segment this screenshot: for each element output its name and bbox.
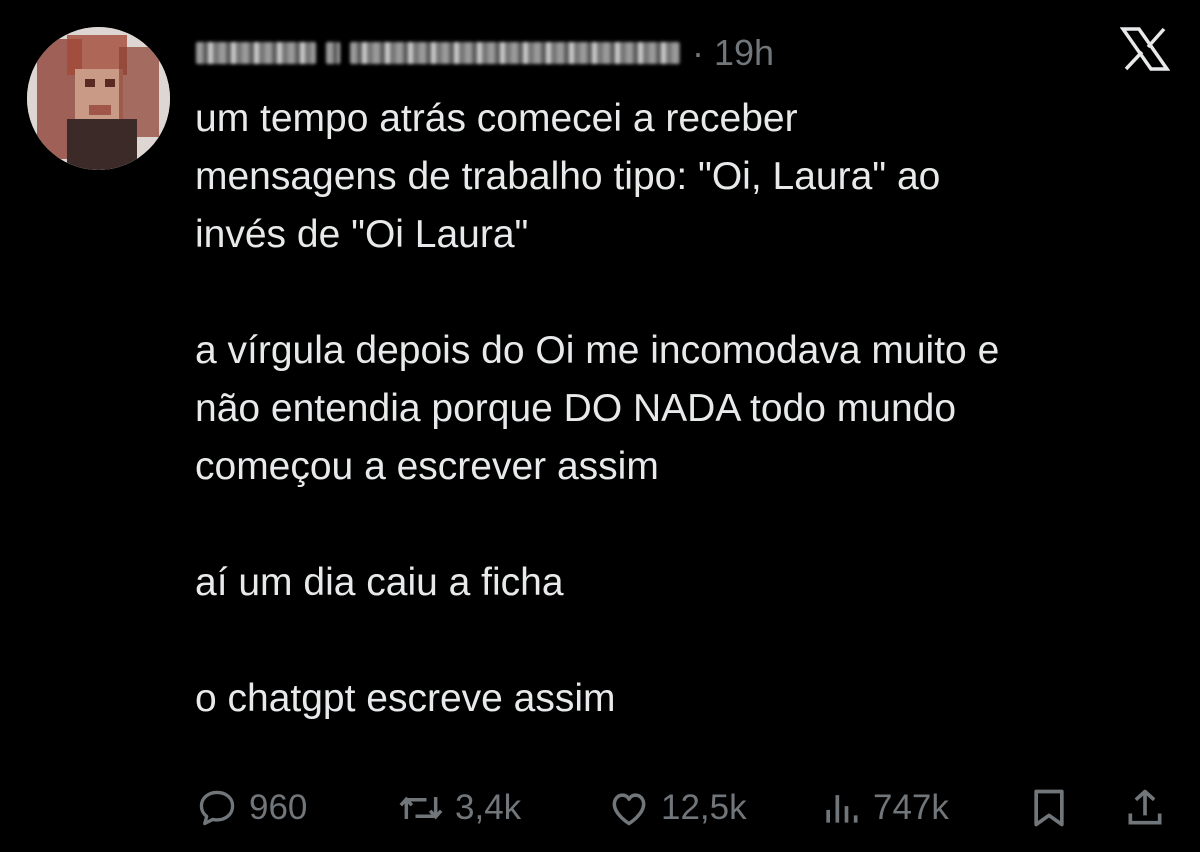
text-line: começou a escrever assim	[195, 445, 659, 488]
x-logo-icon	[1119, 26, 1171, 72]
like-icon	[612, 793, 646, 826]
share-button[interactable]	[1123, 782, 1167, 834]
display-name[interactable]	[196, 42, 316, 64]
text-line: mensagens de trabalho tipo: "Oi, Laura" …	[195, 155, 941, 198]
views-button[interactable]: 747k	[819, 782, 949, 834]
tweet-text: um tempo atrás comecei a receber mensage…	[195, 90, 1185, 728]
username[interactable]	[350, 42, 680, 64]
text-line: a vírgula depois do Oi me incomodava mui…	[195, 329, 1000, 372]
paragraph: um tempo atrás comecei a receber mensage…	[195, 90, 1185, 264]
repost-button[interactable]: 3,4k	[397, 782, 521, 834]
text-line: o chatgpt escreve assim	[195, 677, 616, 720]
reply-icon	[199, 790, 235, 826]
share-icon	[1128, 789, 1162, 825]
bookmark-button[interactable]	[1027, 782, 1071, 834]
bookmark-icon	[1034, 789, 1064, 827]
reply-button[interactable]: 960	[195, 782, 307, 834]
text-line: não entendia porque DO NADA todo mundo	[195, 387, 957, 430]
paragraph: a vírgula depois do Oi me incomodava mui…	[195, 322, 1185, 496]
paragraph: aí um dia caiu a ficha	[195, 554, 1185, 612]
text-line: aí um dia caiu a ficha	[195, 561, 564, 604]
tweet-card: · 19h um tempo atrás comecei a receber m…	[0, 0, 1200, 852]
timestamp[interactable]: · 19h	[692, 32, 774, 74]
views-icon	[826, 795, 858, 823]
action-bar: 960 3,4k 12,5k 747k	[195, 782, 1175, 834]
text-line: invés de "Oi Laura"	[195, 213, 529, 256]
verified-badge	[326, 42, 340, 64]
paragraph: o chatgpt escreve assim	[195, 670, 1185, 728]
like-button[interactable]: 12,5k	[607, 782, 747, 834]
avatar[interactable]	[27, 27, 170, 170]
tweet-header: · 19h	[196, 28, 774, 78]
reply-count: 960	[249, 788, 308, 827]
like-count: 12,5k	[661, 788, 747, 827]
repost-count: 3,4k	[455, 788, 522, 827]
text-line: um tempo atrás comecei a receber	[195, 97, 798, 140]
views-count: 747k	[873, 788, 949, 827]
repost-icon	[399, 796, 443, 820]
